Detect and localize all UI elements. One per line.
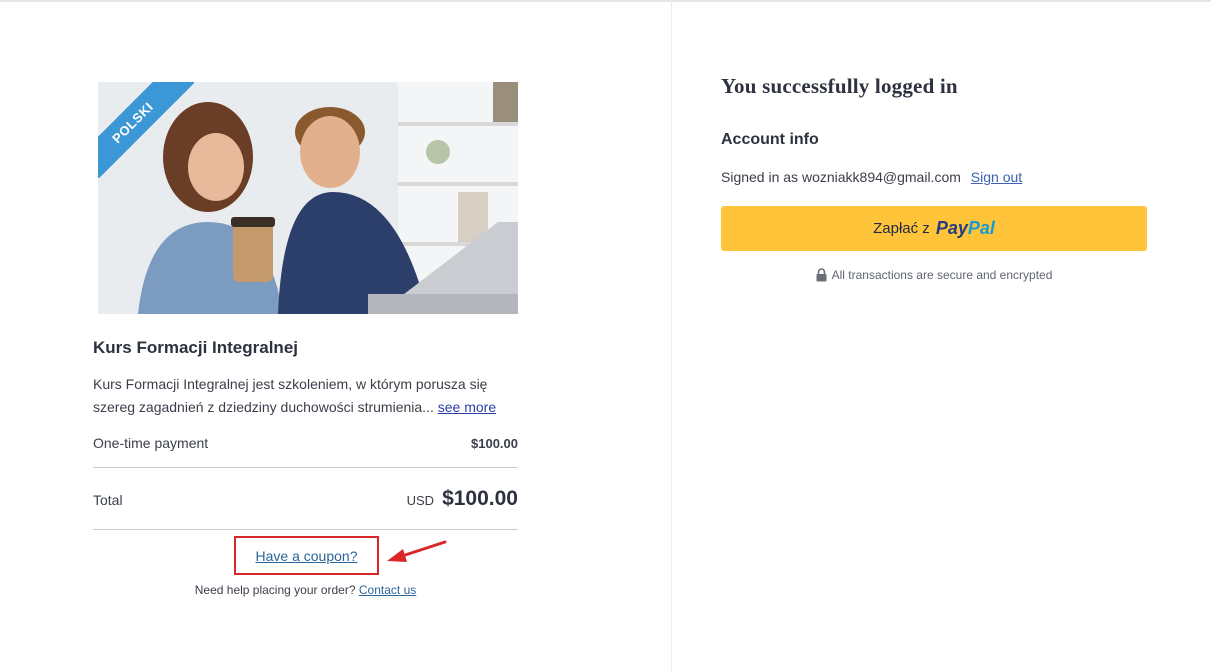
account-info-heading: Account info [721, 131, 819, 148]
secure-transactions-note: All transactions are secure and encrypte… [721, 268, 1147, 282]
payment-label: One-time payment [93, 435, 209, 451]
one-time-payment-row: One-time payment $100.00 [93, 435, 518, 451]
paypal-logo-pal: Pal [967, 218, 995, 238]
help-text: Need help placing your order? Contact us [93, 583, 518, 597]
paypal-button-prefix: Zapłać z [873, 220, 930, 237]
total-row: Total USD $100.00 [93, 487, 518, 511]
coupon-highlight-box: Have a coupon? [234, 536, 379, 575]
divider-line [93, 529, 518, 530]
lock-icon [816, 268, 827, 282]
total-value: USD $100.00 [407, 487, 518, 511]
signed-in-prefix: Signed in as [721, 169, 799, 185]
product-image: POLSKI [98, 82, 518, 314]
signed-in-status: Signed in as wozniakk894@gmail.com Sign … [721, 169, 1022, 185]
see-more-link[interactable]: see more [438, 399, 496, 415]
paypal-logo-pay: Pay [935, 218, 968, 238]
column-divider [671, 0, 672, 672]
divider-line [93, 467, 518, 468]
payment-amount: $100.00 [471, 436, 518, 451]
total-amount: $100.00 [442, 487, 518, 510]
have-coupon-link[interactable]: Have a coupon? [256, 548, 358, 564]
paypal-logo: PayPal [936, 218, 995, 239]
top-border [0, 0, 1211, 2]
course-description: Kurs Formacji Integralnej jest szkolenie… [93, 373, 518, 419]
user-email: wozniakk894@gmail.com [801, 169, 961, 185]
sign-out-link[interactable]: Sign out [971, 169, 1022, 185]
paypal-pay-button[interactable]: Zapłać z PayPal [721, 206, 1147, 251]
ribbon-label: POLSKI [98, 82, 194, 178]
help-prompt: Need help placing your order? [194, 583, 356, 597]
login-success-title: You successfully logged in [721, 74, 958, 98]
contact-us-link[interactable]: Contact us [359, 583, 416, 597]
course-title: Kurs Formacji Integralnej [93, 338, 298, 357]
secure-note-text: All transactions are secure and encrypte… [831, 268, 1053, 282]
course-description-text: Kurs Formacji Integralnej jest szkolenie… [93, 376, 488, 415]
currency-code: USD [406, 493, 435, 508]
total-label: Total [93, 492, 123, 508]
language-ribbon: POLSKI [98, 82, 194, 178]
annotation-arrow-icon [387, 540, 447, 562]
